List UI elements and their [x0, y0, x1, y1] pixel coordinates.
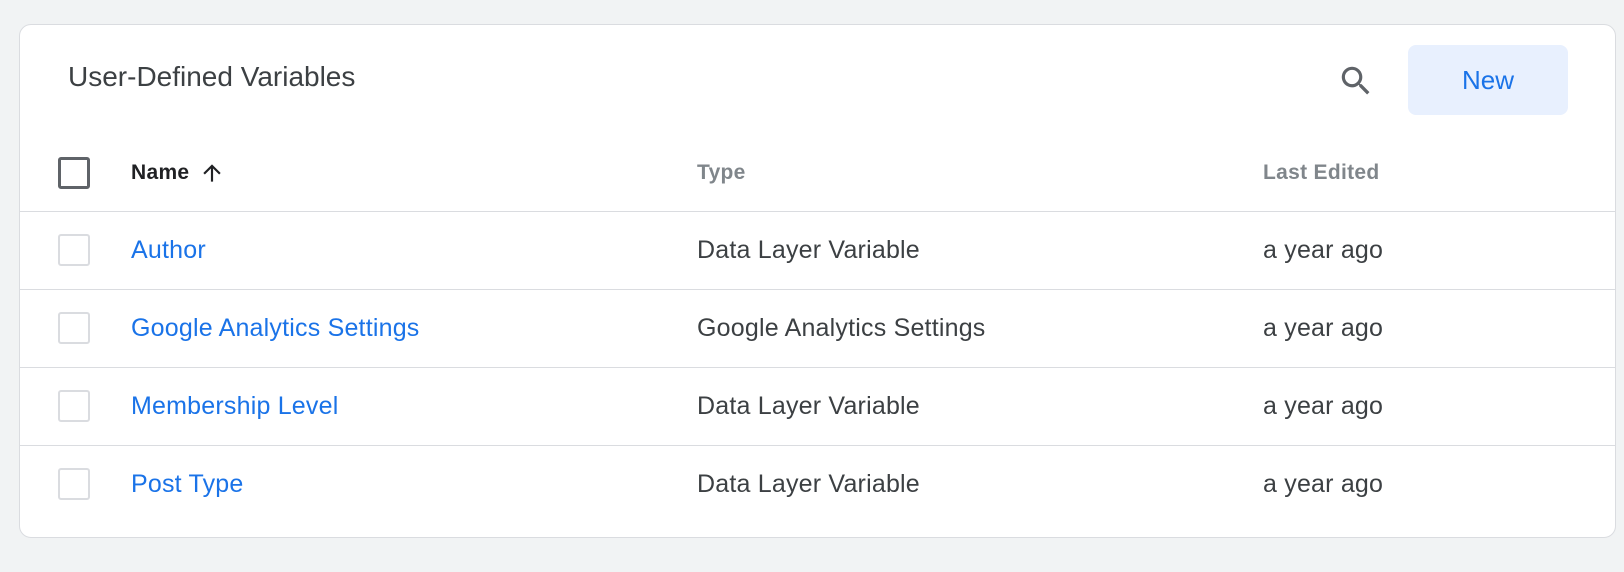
variable-type: Data Layer Variable: [697, 235, 920, 264]
variable-name-link[interactable]: Membership Level: [131, 368, 338, 444]
row-checkbox[interactable]: [58, 312, 90, 344]
column-header-last-edited[interactable]: Last Edited: [1263, 135, 1379, 211]
variable-type: Google Analytics Settings: [697, 313, 986, 342]
table-body: Author Data Layer Variable a year ago Go…: [20, 212, 1615, 523]
search-icon: [1341, 66, 1370, 95]
card-title: User-Defined Variables: [68, 61, 356, 92]
variable-last-edited: a year ago: [1263, 313, 1384, 342]
variables-table: Name Type Last Edited Author Data Layer …: [20, 135, 1615, 523]
variable-type: Data Layer Variable: [697, 391, 920, 420]
row-checkbox[interactable]: [58, 468, 90, 500]
table-row[interactable]: Google Analytics Settings Google Analyti…: [20, 290, 1615, 368]
variable-type: Data Layer Variable: [697, 469, 920, 498]
table-row[interactable]: Post Type Data Layer Variable a year ago: [20, 446, 1615, 523]
column-header-type[interactable]: Type: [697, 135, 746, 211]
table-header: Name Type Last Edited: [20, 135, 1615, 212]
search-button[interactable]: [1332, 57, 1380, 105]
select-all-checkbox[interactable]: [58, 157, 90, 189]
card-header: User-Defined Variables New: [20, 25, 1615, 135]
row-checkbox[interactable]: [58, 390, 90, 422]
variable-name-link[interactable]: Post Type: [131, 446, 244, 522]
new-button[interactable]: New: [1408, 45, 1568, 115]
arrow-up-icon: [199, 160, 225, 186]
table-row[interactable]: Membership Level Data Layer Variable a y…: [20, 368, 1615, 446]
variable-last-edited: a year ago: [1263, 469, 1384, 498]
variable-name-link[interactable]: Author: [131, 212, 206, 288]
table-row[interactable]: Author Data Layer Variable a year ago: [20, 212, 1615, 290]
variable-last-edited: a year ago: [1263, 391, 1384, 420]
column-header-name[interactable]: Name: [131, 135, 225, 211]
column-header-name-label: Name: [131, 161, 190, 184]
row-checkbox[interactable]: [58, 234, 90, 266]
variable-name-link[interactable]: Google Analytics Settings: [131, 290, 420, 366]
variable-last-edited: a year ago: [1263, 235, 1384, 264]
variables-card: User-Defined Variables New Name Type Las…: [19, 24, 1616, 538]
